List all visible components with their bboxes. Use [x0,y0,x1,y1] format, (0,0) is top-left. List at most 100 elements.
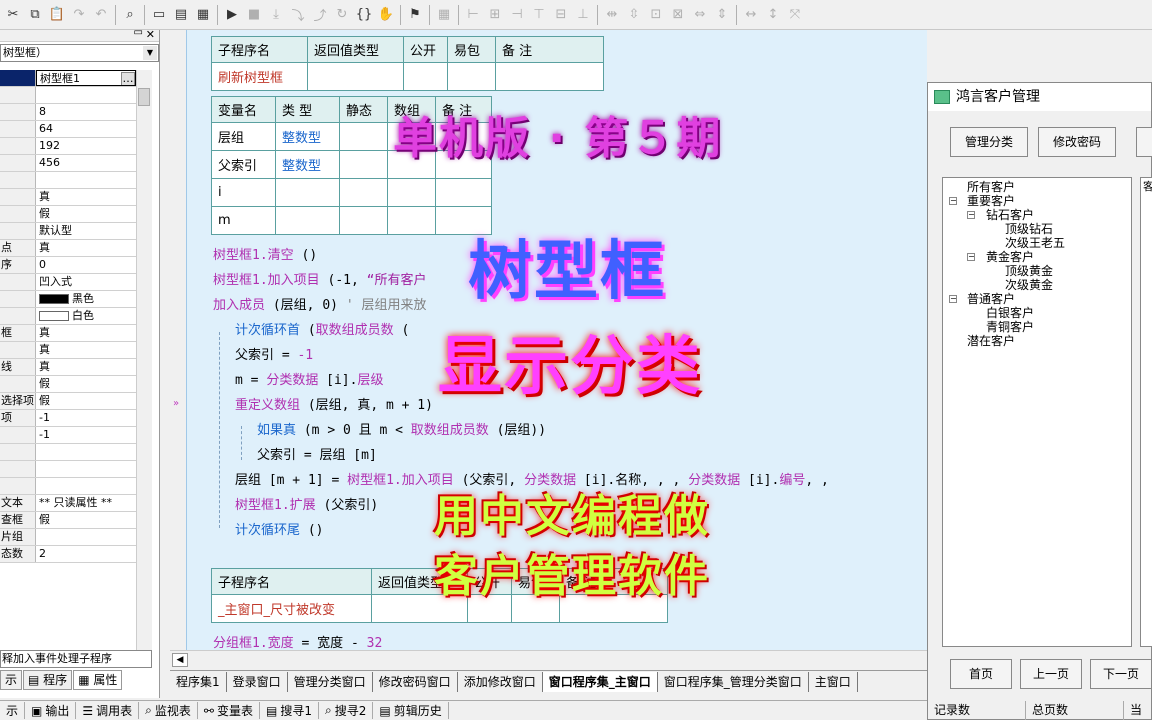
chevron-down-icon[interactable]: ▼ [143,46,157,60]
property-row[interactable]: 8 [0,104,136,121]
collapse-icon[interactable]: − [967,211,975,219]
step-out-icon[interactable]: ⤴ [309,4,331,26]
property-row[interactable]: 黑色 [0,291,136,308]
paste-icon[interactable]: 📋 [46,4,68,26]
property-value[interactable]: 黑色 [36,291,136,307]
change-password-button[interactable]: 修改密码 [1038,127,1116,157]
property-row[interactable]: 线真 [0,359,136,376]
tab-search-1[interactable]: ▤ 搜寻1 [260,702,319,719]
redo-icon[interactable]: ↷ [68,4,90,26]
event-selector[interactable]: 释加入事件处理子程序 [0,650,152,668]
property-row[interactable] [0,461,136,478]
code-line[interactable]: m = 分类数据 [i].层级 [235,369,383,388]
code-line[interactable]: 父索引 = -1 [235,344,313,363]
width-icon[interactable]: ↔ [740,4,762,26]
property-row[interactable] [0,444,136,461]
tab-properties[interactable]: ▦ 属性 [73,670,123,690]
subroutine-name[interactable]: _主窗口_尺寸被改变 [211,594,372,623]
tab-output[interactable]: ▣ 输出 [25,702,77,719]
code-line[interactable]: 计次循环尾 () [235,519,324,538]
property-row[interactable]: 假 [0,376,136,393]
height-icon[interactable]: ↕ [762,4,784,26]
tab-manage-category-program[interactable]: 窗口程序集_管理分类窗口 [658,672,809,692]
property-value[interactable]: 真 [36,325,136,341]
property-row[interactable]: 192 [0,138,136,155]
space-h-icon[interactable]: ⇹ [601,4,623,26]
property-value[interactable]: 456 [36,155,136,171]
tab-hint[interactable]: 示 [0,702,26,719]
property-value[interactable]: 0 [36,257,136,273]
brace-icon[interactable]: {} [353,4,375,26]
property-value[interactable]: 假 [36,206,136,222]
code-line[interactable]: 树型框1.扩展 (父索引) [235,494,378,513]
tree-item[interactable]: 黄金客户 [986,250,1034,264]
tree-item[interactable]: 普通客户 [967,292,1015,306]
tree-item[interactable]: 重要客户 [967,194,1015,208]
property-value[interactable] [36,529,136,545]
property-value[interactable]: 默认型 [36,223,136,239]
property-row[interactable] [0,478,136,495]
step-into-icon[interactable]: ⤵ [287,4,309,26]
align-left-icon[interactable]: ⊢ [462,4,484,26]
property-row[interactable]: 64 [0,121,136,138]
hand-icon[interactable]: ✋ [375,4,397,26]
close-icon[interactable]: ✕ [146,28,155,41]
property-value[interactable]: 2 [36,546,136,562]
table-cell[interactable] [403,62,448,91]
code-line[interactable]: 父索引 = 层组 [m] [257,444,377,463]
distribute-h-icon[interactable]: ⇔ [689,4,711,26]
find-icon[interactable]: ⌕ [119,4,141,26]
scrollbar-thumb[interactable] [138,88,150,106]
object-selector[interactable]: 树型框） ▼ [0,44,159,62]
code-line[interactable]: 重定义数组 (层组, 真, m + 1) [235,394,433,413]
property-value[interactable] [36,478,136,494]
property-row[interactable] [0,87,136,104]
tab-change-password-window[interactable]: 修改密码窗口 [373,672,458,692]
property-value[interactable]: 192 [36,138,136,154]
property-value[interactable] [36,87,136,103]
align-bottom-icon[interactable]: ⊥ [572,4,594,26]
property-value[interactable]: 白色 [36,308,136,324]
pin-icon[interactable]: ▭ [134,27,143,38]
run-icon[interactable]: ▶ [221,4,243,26]
layout1-icon[interactable]: ▭ [148,4,170,26]
ellipsis-button[interactable]: … [121,72,135,85]
property-row[interactable]: 默认型 [0,223,136,240]
cut-icon[interactable]: ✂ [2,4,24,26]
center-v-icon[interactable]: ⊠ [667,4,689,26]
debug-icon[interactable]: ⚑ [404,4,426,26]
property-row[interactable]: 序0 [0,257,136,274]
tab-login-window[interactable]: 登录窗口 [227,672,288,692]
property-scrollbar[interactable] [136,70,152,650]
property-row[interactable]: 文本 ** 只读属性 ** [0,495,136,512]
tree-item[interactable]: 顶级钻石 [1005,222,1053,236]
tab-main-window-program[interactable]: 窗口程序集_主窗口 [542,672,658,692]
table-cell[interactable] [447,62,496,91]
manage-category-button[interactable]: 管理分类 [950,127,1028,157]
tree-item[interactable]: 白银客户 [986,306,1034,320]
property-value[interactable]: 真 [36,240,136,256]
property-value[interactable]: 凹入式 [36,274,136,290]
step-icon[interactable]: ⤓ [265,4,287,26]
code-line[interactable]: 加入成员 (层组, 0) ' 层组用来放 [213,294,426,313]
tab-watch[interactable]: ⌕ 监视表 [139,702,198,719]
tab-clipboard-history[interactable]: ▤ 剪辑历史 [373,702,449,719]
property-row[interactable]: 态数 2 [0,546,136,563]
layout2-icon[interactable]: ▤ [170,4,192,26]
subroutine-name[interactable]: 刷新树型框 [211,62,308,91]
table-cell[interactable] [495,62,604,91]
property-row[interactable]: 假 [0,206,136,223]
tree-item[interactable]: 次级王老五 [1005,236,1065,250]
space-v-icon[interactable]: ⇳ [623,4,645,26]
more-button[interactable] [1136,127,1152,157]
code-line[interactable]: 分组框1.宽度 = 宽度 - 32 [213,632,382,651]
tab-call-stack[interactable]: ☰ 调用表 [76,702,140,719]
align-top-icon[interactable]: ⊤ [528,4,550,26]
property-row[interactable]: 查框假 [0,512,136,529]
align-middle-icon[interactable]: ⊟ [550,4,572,26]
distribute-v-icon[interactable]: ⇕ [711,4,733,26]
tab-search-2[interactable]: ⌕ 搜寻2 [319,702,374,719]
property-value[interactable]: ** 只读属性 ** [36,495,136,511]
tree-item[interactable]: 潜在客户 [967,334,1015,348]
tab-manage-category-window[interactable]: 管理分类窗口 [288,672,373,692]
